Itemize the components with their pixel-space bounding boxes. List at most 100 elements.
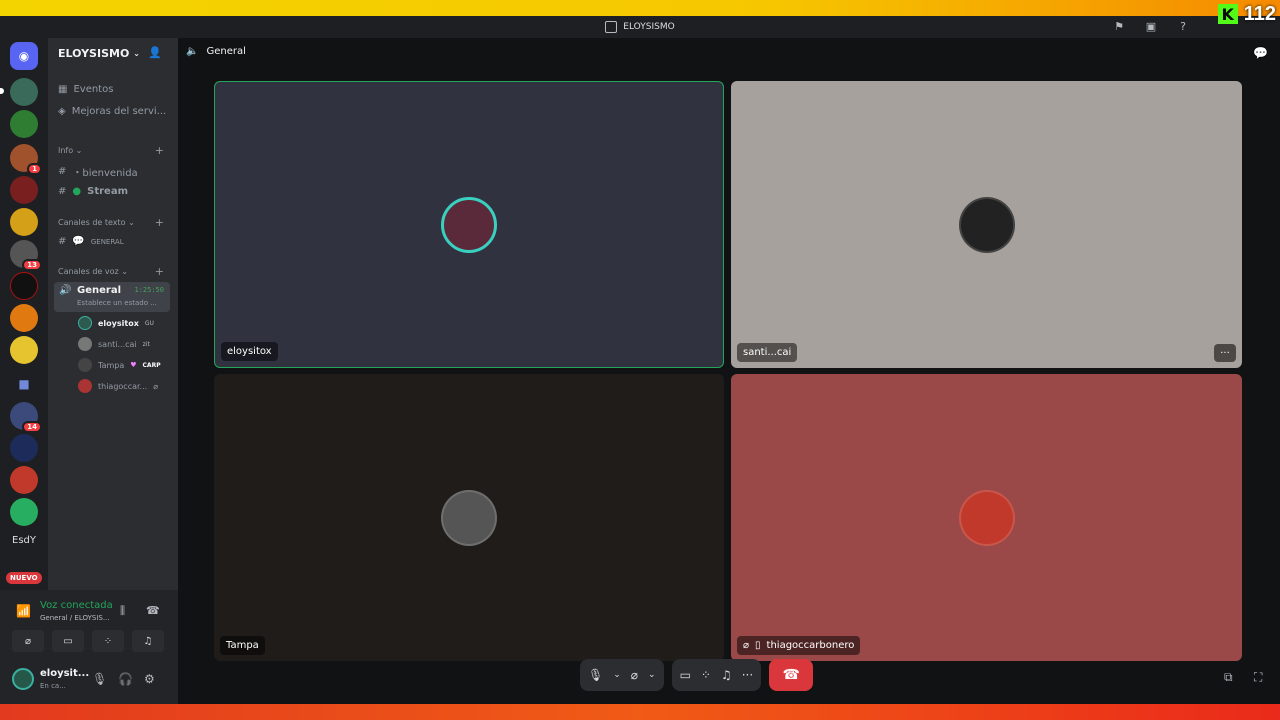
add-channel-icon[interactable]: + — [155, 265, 164, 278]
screen-share-icon: ▭ — [63, 635, 73, 647]
flag-icon[interactable]: ⚑ — [1112, 19, 1126, 33]
voice-channel-general[interactable]: 🔊 General 1:25:50 Establece un estado ..… — [54, 282, 170, 312]
add-channel-icon[interactable]: + — [155, 216, 164, 229]
voice-timer: 1:25:50 — [134, 286, 164, 294]
sidebar-item-label: Mejoras del servi... — [71, 106, 167, 117]
avatar[interactable] — [12, 668, 34, 690]
screen-share-button[interactable]: ▭ — [52, 630, 84, 652]
voice-user-name: eloysitox — [98, 318, 139, 328]
participant-name: eloysitox — [227, 346, 272, 357]
user-status: En ca... — [40, 682, 66, 690]
noise-suppression-icon[interactable]: ⫼ — [120, 604, 125, 618]
boost-icon: ◈ — [58, 106, 66, 117]
soundboard-icon[interactable]: ♫ — [721, 668, 732, 682]
hashtag-icon: # — [58, 236, 67, 247]
server-icon[interactable]: 1 — [10, 144, 42, 175]
more-icon[interactable]: ··· — [742, 668, 753, 682]
stream-overlay-top — [0, 0, 1280, 16]
server-icon[interactable] — [10, 208, 38, 236]
viewer-count: 112 — [1243, 2, 1276, 25]
participant-label: eloysitox — [221, 342, 278, 361]
voice-user[interactable]: Tampa ♥ CARP — [78, 358, 161, 372]
disconnect-icon[interactable]: ☎ — [146, 604, 160, 617]
window-icon — [605, 21, 618, 33]
participant-tile[interactable]: eloysitox — [214, 81, 724, 368]
chevron-down-icon[interactable]: ⌄ — [648, 670, 656, 680]
voice-user[interactable]: eloysitox GU — [78, 316, 154, 330]
help-icon[interactable]: ? — [1176, 19, 1190, 33]
guild-header[interactable]: ELOYSISMO ⌄ 👤 — [48, 38, 178, 68]
fullscreen-icon[interactable]: ⛶ — [1254, 670, 1262, 685]
server-icon[interactable] — [10, 110, 38, 138]
channel-bienvenida[interactable]: # ・bienvenida — [58, 164, 138, 179]
chat-icon[interactable]: 💬 — [1253, 46, 1268, 60]
participant-tile[interactable]: santi...cai ··· — [731, 81, 1242, 368]
kick-logo-icon: K — [1217, 4, 1238, 24]
discord-home-icon[interactable]: ◉ — [10, 42, 38, 70]
server-icon[interactable] — [10, 176, 38, 204]
avatar — [441, 489, 497, 546]
server-esdy[interactable]: EsdY — [4, 535, 44, 546]
speaker-icon: 🔊 — [59, 285, 72, 296]
voice-channel-name: General — [77, 285, 121, 296]
server-icon[interactable] — [10, 304, 38, 332]
user-panel: eloysit... En ca... 🎙 🎧 ⚙ — [0, 656, 178, 704]
voice-connection-panel: 📶 Voz conectada General / ELOYSIS... ⫼ ☎… — [0, 590, 178, 656]
microphone-icon[interactable]: 🎙 — [588, 668, 603, 682]
channel-general-text[interactable]: # 💬 GENERAL — [58, 236, 124, 247]
activities-icon[interactable]: ⁘ — [701, 668, 711, 682]
inbox-icon[interactable]: ▣ — [1144, 19, 1158, 33]
server-icon[interactable] — [10, 466, 38, 494]
server-icon[interactable] — [10, 272, 38, 300]
username[interactable]: eloysit... — [40, 668, 89, 679]
stream-overlay-bottom — [0, 704, 1280, 720]
window-title: ELOYSISMO — [623, 22, 675, 32]
avatar — [958, 196, 1015, 253]
more-options-button[interactable]: ··· — [1214, 344, 1236, 362]
participant-tile[interactable]: ⌀ ▯ thiagoccarbonero — [731, 374, 1242, 661]
server-icon[interactable]: 14 — [10, 402, 42, 433]
server-icon[interactable]: 13 — [10, 240, 42, 271]
headphones-icon[interactable]: 🎧 — [118, 672, 133, 686]
category-info[interactable]: Info ⌄ — [58, 146, 82, 155]
category-text[interactable]: Canales de texto ⌄ — [58, 218, 135, 227]
new-badge[interactable]: NUEVO — [6, 572, 42, 584]
avatar — [78, 316, 92, 330]
gear-icon[interactable]: ⚙ — [144, 672, 155, 686]
server-icon[interactable] — [10, 336, 38, 364]
server-icon[interactable] — [10, 434, 38, 462]
viewer-counter: K 112 — [1217, 2, 1276, 26]
channel-label: ・bienvenida — [72, 168, 138, 179]
channel-label: GENERAL — [90, 237, 124, 246]
camera-off-icon[interactable]: ⌀ — [631, 668, 638, 682]
mic-control[interactable]: 🎙 ⌄ ⌀ ⌄ — [580, 659, 664, 691]
speech-bubble-icon: 💬 — [72, 236, 85, 247]
popout-icon[interactable]: ⧉ — [1224, 670, 1233, 685]
camera-toggle-button[interactable]: ⌀ — [12, 630, 44, 652]
disconnect-button[interactable]: ☎ — [769, 659, 814, 691]
participant-tile[interactable]: Tampa — [214, 374, 724, 661]
avatar — [441, 196, 497, 253]
speaker-icon: 🔈 — [186, 46, 199, 57]
voice-channel-path[interactable]: General / ELOYSIS... — [40, 614, 110, 622]
category-voice[interactable]: Canales de voz ⌄ — [58, 267, 128, 276]
sidebar-item-boosts[interactable]: ◈ Mejoras del servi... — [58, 106, 166, 117]
voice-user[interactable]: santi...cai zit — [78, 337, 150, 351]
voice-status[interactable]: Voz conectada — [40, 600, 113, 611]
voice-channel-status[interactable]: Establece un estado ... — [77, 299, 157, 307]
avatar — [958, 489, 1015, 546]
channel-stream[interactable]: # ● Stream — [58, 186, 128, 197]
invite-icon[interactable]: 👤 — [148, 46, 162, 59]
server-icon[interactable] — [10, 78, 38, 106]
chevron-down-icon[interactable]: ⌄ — [613, 670, 621, 680]
folder-icon[interactable]: ■ — [10, 370, 38, 398]
activities-button[interactable]: ⁘ — [92, 630, 124, 652]
server-icon[interactable] — [10, 498, 38, 526]
add-channel-icon[interactable]: + — [155, 144, 164, 157]
signal-icon: 📶 — [16, 604, 31, 618]
screen-share-icon[interactable]: ▭ — [680, 668, 691, 682]
microphone-icon[interactable]: 🎙 — [92, 672, 107, 686]
soundboard-button[interactable]: ♫ — [132, 630, 164, 652]
sidebar-item-events[interactable]: ▦ Eventos — [58, 84, 113, 95]
voice-user[interactable]: thiagoccar... ⌀ — [78, 379, 158, 393]
